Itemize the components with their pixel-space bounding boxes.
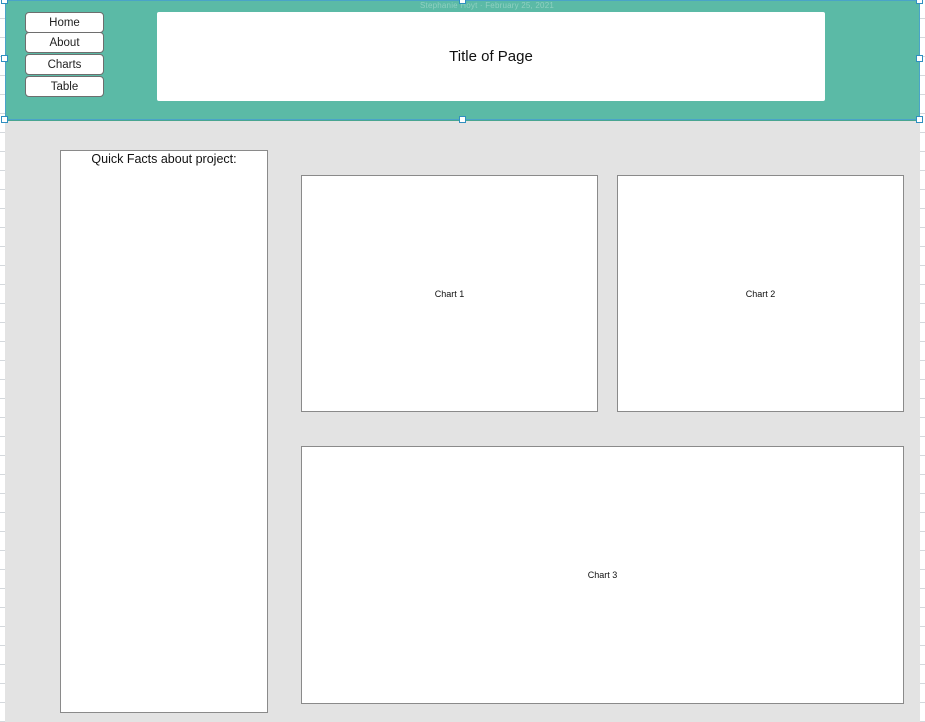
resize-handle-top-right[interactable] bbox=[916, 0, 923, 4]
chart-1-label: Chart 1 bbox=[434, 288, 465, 299]
chart-1-placeholder: Chart 1 bbox=[301, 175, 598, 412]
resize-handle-top-left[interactable] bbox=[1, 0, 8, 4]
author-watermark: Stephanie Hoyt · February 25, 2021 bbox=[420, 1, 554, 10]
resize-handle-bottom[interactable] bbox=[459, 116, 466, 123]
home-button[interactable]: Home bbox=[25, 12, 104, 33]
quick-facts-panel: Quick Facts about project: bbox=[60, 150, 268, 713]
page-title: Title of Page bbox=[157, 12, 825, 101]
chart-3-placeholder: Chart 3 bbox=[301, 446, 904, 704]
resize-handle-bottom-right[interactable] bbox=[916, 116, 923, 123]
resize-handle-right[interactable] bbox=[916, 55, 923, 62]
about-button[interactable]: About bbox=[25, 32, 104, 53]
chart-2-label: Chart 2 bbox=[745, 288, 776, 299]
resize-handle-top[interactable] bbox=[459, 0, 466, 4]
page-title-text: Title of Page bbox=[449, 48, 533, 65]
resize-handle-bottom-left[interactable] bbox=[1, 116, 8, 123]
charts-button[interactable]: Charts bbox=[25, 54, 104, 75]
table-button[interactable]: Table bbox=[25, 76, 104, 97]
quick-facts-title: Quick Facts about project: bbox=[91, 152, 237, 166]
chart-2-placeholder: Chart 2 bbox=[617, 175, 904, 412]
chart-3-label: Chart 3 bbox=[587, 570, 618, 580]
resize-handle-left[interactable] bbox=[1, 55, 8, 62]
